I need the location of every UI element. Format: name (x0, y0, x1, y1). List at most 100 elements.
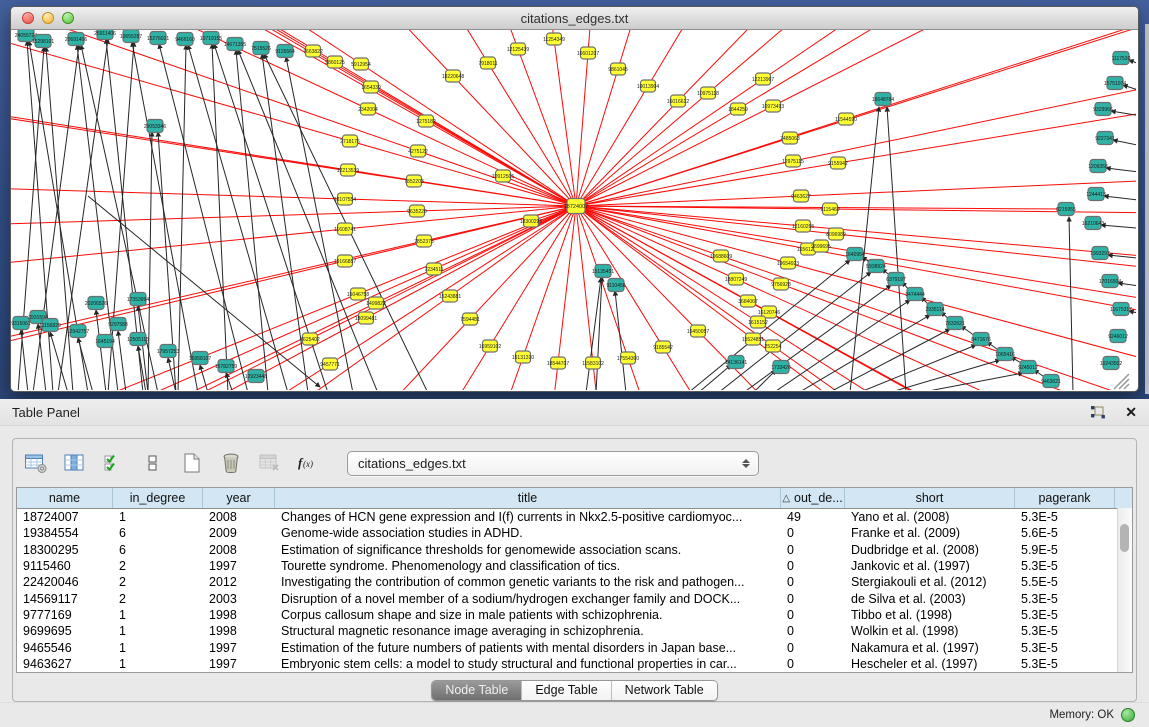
graph-node[interactable]: 2935114 (925, 303, 944, 316)
graph-node[interactable]: 11675317 (1110, 303, 1132, 316)
graph-node[interactable]: 9297588 (108, 318, 128, 331)
table-cell[interactable]: Investigating the contribution of common… (275, 575, 781, 589)
table-cell[interactable]: 0 (781, 657, 845, 671)
graph-node[interactable]: 18099481 (355, 312, 377, 324)
table-cell[interactable]: 0 (781, 592, 845, 606)
table-cell[interactable]: 2 (113, 592, 203, 606)
graph-node[interactable]: 16959102 (479, 340, 501, 352)
table-cell[interactable]: 5.3E-5 (1015, 641, 1115, 655)
graph-node[interactable]: 1499822 (366, 297, 386, 309)
graph-node[interactable]: 1275182 (416, 115, 436, 127)
rows-icon[interactable] (140, 450, 166, 476)
graph-node[interactable]: 15524851 (742, 333, 764, 345)
table-cell[interactable]: 0 (781, 608, 845, 622)
table-cell[interactable]: 1 (113, 510, 203, 524)
table-cell[interactable]: Corpus callosum shape and size in male p… (275, 608, 781, 622)
table-cell[interactable]: Franke et al. (2009) (845, 526, 1015, 540)
table-cell[interactable]: 2012 (203, 575, 275, 589)
table-row[interactable]: 2242004622012Investigating the contribut… (17, 574, 1132, 590)
table-cell[interactable]: 0 (781, 575, 845, 589)
table-cell[interactable]: 49 (781, 510, 845, 524)
graph-node[interactable]: 18300295 (520, 215, 542, 227)
graph-node[interactable]: 15450057 (687, 325, 709, 337)
table-cell[interactable]: 0 (781, 543, 845, 557)
graph-node[interactable]: 11608741 (334, 223, 356, 235)
graph-node[interactable]: 15751074 (1104, 77, 1126, 90)
table-cell[interactable]: 14569117 (17, 592, 113, 606)
graph-node[interactable]: 16648784 (872, 93, 894, 106)
memory-ok-indicator-icon[interactable] (1121, 708, 1135, 722)
graph-node[interactable]: 7918011 (478, 57, 497, 69)
table-row[interactable]: 1938455462009Genome-wide association stu… (17, 525, 1132, 541)
table-cell[interactable]: 1997 (203, 559, 275, 573)
table-cell[interactable]: 18724007 (17, 510, 113, 524)
graph-node[interactable]: 20691406 (65, 33, 87, 46)
table-cell[interactable]: 1 (113, 641, 203, 655)
graph-node[interactable]: 16958107 (189, 352, 211, 365)
graph-node[interactable]: 18544707 (547, 357, 569, 369)
delete-icon[interactable] (218, 450, 244, 476)
table-row[interactable]: 1830029562008Estimation of significance … (17, 542, 1132, 558)
graph-node[interactable]: 19013904 (637, 80, 659, 92)
graph-node[interactable]: 12213539 (337, 164, 359, 176)
graph-node[interactable]: 10973493 (762, 100, 784, 112)
graph-node[interactable]: 10912505 (492, 170, 514, 182)
graph-node[interactable]: 10975118 (697, 87, 719, 99)
citation-network-graph[interactable]: 2405572415298101206914062691140610655287… (11, 30, 1136, 390)
table-cell[interactable]: 0 (781, 624, 845, 638)
graph-node[interactable]: 26911406 (94, 30, 116, 40)
table-cell[interactable]: Estimation of significance thresholds fo… (275, 543, 781, 557)
table-cell[interactable]: 6 (113, 526, 203, 540)
table-cell[interactable]: Nakamura et al. (1997) (845, 641, 1015, 655)
graph-node[interactable]: 1244413 (1086, 188, 1106, 201)
table-mode-icon[interactable] (23, 450, 49, 476)
graph-node[interactable]: 8215955 (1056, 203, 1076, 216)
graph-node[interactable]: 15276021 (147, 32, 169, 45)
graph-node[interactable]: 9861045 (608, 63, 628, 75)
graph-node[interactable]: 6379197 (886, 273, 906, 286)
graph-node[interactable]: 9227341 (1095, 132, 1115, 145)
table-cell[interactable]: 1997 (203, 657, 275, 671)
tab-edge-table[interactable]: Edge Table (522, 681, 611, 700)
table-row[interactable]: 977716911998Corpus callosum shape and si… (17, 607, 1132, 623)
table-cell[interactable]: 1 (113, 657, 203, 671)
table-cell[interactable]: 5.6E-5 (1015, 526, 1115, 540)
table-cell[interactable]: 5.9E-5 (1015, 543, 1115, 557)
graph-node[interactable]: 1733426 (771, 361, 791, 374)
graph-node[interactable]: 9126564 (275, 45, 295, 58)
graph-node[interactable]: 3474444 (905, 288, 925, 301)
table-cell[interactable]: 5.3E-5 (1015, 624, 1115, 638)
graph-node[interactable]: 9245012 (1018, 361, 1038, 374)
graph-node[interactable]: 9329966 (1093, 103, 1113, 116)
graph-node[interactable]: 14136141 (725, 356, 747, 369)
function-builder-icon[interactable]: f(x) (296, 450, 322, 476)
graph-node[interactable]: 11583102 (582, 357, 604, 369)
graph-node[interactable]: 16016612 (667, 95, 689, 107)
column-header-in_degree[interactable]: in_degree (113, 488, 203, 508)
graph-node[interactable]: 18220648 (442, 70, 464, 82)
graph-node[interactable]: 8096989 (826, 228, 846, 240)
table-cell[interactable]: 5.5E-5 (1015, 575, 1115, 589)
graph-node[interactable]: 4275122 (408, 145, 428, 157)
graph-node[interactable]: 12975115 (782, 155, 804, 167)
table-cell[interactable]: 6 (113, 543, 203, 557)
graph-node[interactable]: 252254 (765, 340, 782, 352)
graph-node[interactable]: 9110456 (606, 279, 625, 292)
graph-node[interactable]: 2718176 (340, 135, 360, 147)
table-cell[interactable]: Tibbo et al. (1998) (845, 608, 1015, 622)
graph-node[interactable]: 5938924 (866, 260, 886, 273)
column-header-out_de[interactable]: △out_de... (781, 488, 845, 508)
graph-node[interactable]: 1615152 (748, 316, 768, 328)
table-cell[interactable]: 22420046 (17, 575, 113, 589)
graph-node[interactable]: 11254349 (543, 33, 565, 45)
table-row[interactable]: 969969511998Structural magnetic resonanc… (17, 623, 1132, 639)
graph-node[interactable]: 7234511 (424, 263, 443, 275)
graph-node[interactable]: 9457771 (320, 358, 340, 370)
graph-node[interactable]: 29053346 (144, 120, 166, 133)
graph-node[interactable]: 11156829 (39, 319, 61, 332)
graph-node[interactable]: 12505115 (127, 333, 149, 346)
graph-node[interactable]: 3684067 (738, 295, 758, 307)
graph-node[interactable]: 9185542 (653, 341, 673, 353)
graph-node[interactable]: 15298101 (32, 35, 54, 48)
graph-node[interactable]: 9115460 (820, 203, 839, 215)
